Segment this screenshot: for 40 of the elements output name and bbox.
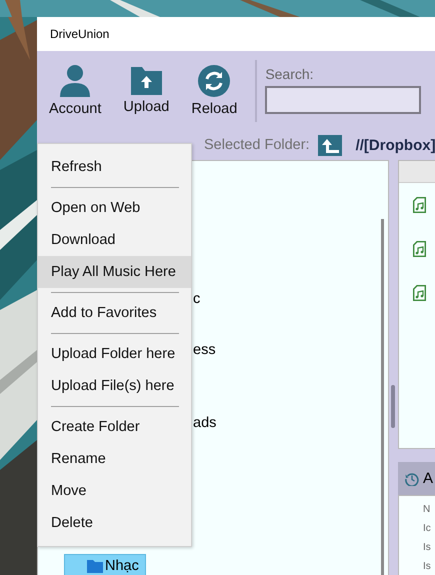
menu-item[interactable]: Upload Folder here (38, 338, 191, 370)
activity-header: A (398, 462, 435, 495)
toolbar-button[interactable]: Upload (117, 66, 176, 114)
activity-text: N (423, 504, 432, 517)
folder-path: //[Dropbox] (356, 136, 435, 154)
menu-item[interactable]: Add to Favorites (38, 297, 191, 329)
toolbar-button[interactable]: Reload (185, 64, 244, 116)
menu-item[interactable]: Delete (38, 507, 191, 539)
scrollbar-thumb[interactable] (391, 385, 395, 428)
menu-item[interactable]: Download (38, 224, 191, 256)
toolbar-button[interactable]: Account (43, 64, 108, 116)
menu-item[interactable]: Rename (38, 443, 191, 475)
reload-icon (198, 64, 230, 96)
window-title: DriveUnion (50, 27, 110, 41)
menu-item[interactable]: Refresh (38, 151, 191, 183)
folder-icon (87, 560, 103, 572)
music-file-icon (413, 197, 426, 213)
tree-item[interactable]: ess (192, 338, 223, 362)
menu-item[interactable]: Play All Music Here (38, 256, 191, 288)
search-field[interactable] (265, 86, 422, 114)
scrollbar-thumb[interactable] (381, 219, 384, 575)
activity-text: Is (423, 561, 432, 574)
folder-up-icon[interactable] (318, 134, 342, 156)
menu-item[interactable]: Create Folder (38, 411, 191, 443)
selected-folder-label: Selected Folder: (204, 137, 310, 153)
activity-text: Ic (423, 523, 432, 536)
menu-item[interactable]: Upload File(s) here (38, 370, 191, 402)
history-icon (405, 472, 419, 486)
activity-text: Is (423, 542, 432, 555)
music-file-icon (413, 285, 426, 301)
person-icon (60, 64, 90, 96)
menu-item[interactable]: Move (38, 475, 191, 507)
column-header (399, 161, 435, 183)
music-file-icon (413, 241, 426, 257)
tree-item[interactable]: Nhạc (64, 554, 146, 575)
folder-upload-icon (130, 66, 162, 94)
search-label: Search: (265, 66, 315, 82)
menu-item[interactable]: Open on Web (38, 192, 191, 224)
tree-item[interactable]: ads (192, 411, 224, 435)
tree-item[interactable]: c (192, 287, 208, 311)
